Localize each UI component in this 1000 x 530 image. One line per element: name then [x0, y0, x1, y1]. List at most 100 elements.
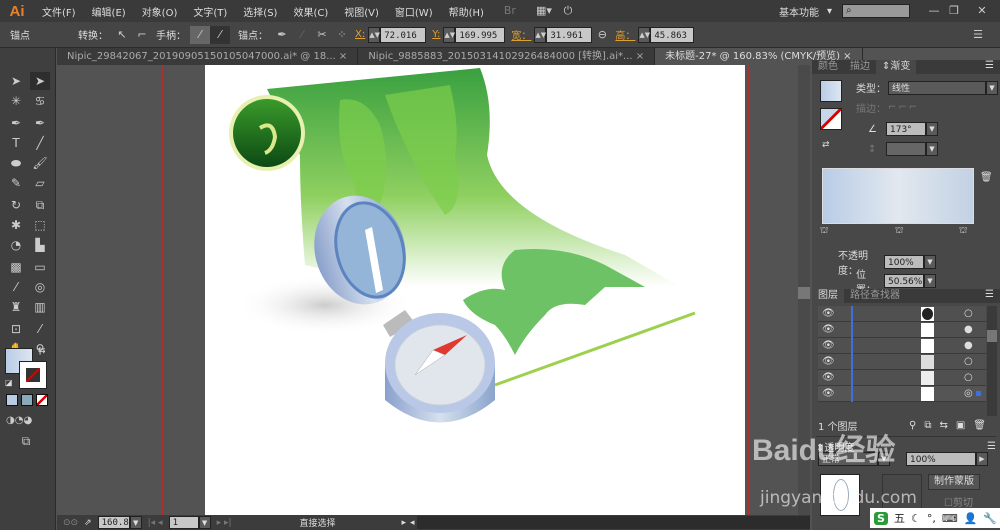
layer-row[interactable]: 👁 ○: [818, 370, 986, 386]
artboard-nav-icon[interactable]: ⊙⊙: [63, 518, 78, 528]
free-transform-icon[interactable]: ⬚: [30, 216, 50, 234]
show-handles-icon[interactable]: ⁄: [190, 25, 210, 44]
close-tab-icon[interactable]: ×: [636, 51, 644, 62]
layer-row[interactable]: 👁 ●: [818, 338, 986, 354]
reference-point-icon[interactable]: ⁘: [332, 26, 352, 44]
wrench-icon[interactable]: 🔧: [983, 512, 997, 525]
panel-menu-icon[interactable]: ☰: [968, 26, 988, 44]
tab-pathfinder[interactable]: 路径查找器: [844, 289, 906, 303]
menu-select[interactable]: 选择(S): [235, 4, 285, 19]
cut-path-icon[interactable]: ✂: [312, 26, 332, 44]
clip-checkbox[interactable]: ☐剪切: [944, 494, 973, 509]
slice-tool-icon[interactable]: ⁄: [30, 320, 50, 338]
y-field[interactable]: 169.995 mm: [455, 26, 506, 57]
status-menu-icon[interactable]: ▸: [402, 518, 407, 528]
target-icon[interactable]: ○: [964, 372, 973, 383]
width-field[interactable]: 31.961 mm: [546, 26, 593, 57]
aspect-ratio-field[interactable]: [886, 142, 926, 156]
ime-mode[interactable]: 五: [894, 510, 905, 526]
menu-effect[interactable]: 效果(C): [285, 4, 336, 19]
menu-view[interactable]: 视图(V): [336, 4, 387, 19]
layer-row-selected[interactable]: 👁 ◎: [818, 386, 986, 402]
target-icon[interactable]: ◎: [964, 388, 973, 399]
panel-menu-icon[interactable]: ☰: [985, 60, 994, 74]
paintbrush-icon[interactable]: 🖌: [30, 154, 50, 172]
lasso-icon[interactable]: ♋: [30, 92, 50, 110]
x-stepper[interactable]: ▲▼: [368, 26, 381, 43]
minimize-button[interactable]: —: [924, 2, 944, 20]
y-stepper[interactable]: ▲▼: [443, 26, 456, 43]
ellipse-tool-icon[interactable]: ⬬: [6, 154, 26, 172]
angle-field[interactable]: 173°: [886, 122, 926, 136]
moon-icon[interactable]: ☾: [911, 512, 921, 525]
column-graph-icon[interactable]: ▥: [30, 298, 50, 316]
tab-document-1[interactable]: Nipic_29842067_20190905150105047000.ai* …: [57, 48, 359, 65]
shape-builder-icon[interactable]: ◔: [6, 236, 26, 254]
location-dropdown[interactable]: ▼: [924, 274, 936, 288]
location-field[interactable]: 50.56%: [884, 274, 924, 288]
opacity-slider-button[interactable]: ▶: [976, 452, 988, 466]
layers-footer-icons[interactable]: ⚲⧉⇆▣🗑: [909, 420, 994, 431]
x-field[interactable]: 72.016 mm: [380, 26, 427, 57]
target-icon[interactable]: ●: [964, 340, 973, 351]
keyboard-icon[interactable]: ⌨: [942, 512, 958, 525]
visibility-eye-icon[interactable]: 👁: [822, 356, 835, 367]
punctuation-icon[interactable]: °,: [927, 512, 936, 525]
transparency-opacity-field[interactable]: 100%: [906, 452, 976, 466]
type-select[interactable]: 线性: [888, 80, 986, 95]
connect-anchor-icon[interactable]: ⁄: [292, 26, 312, 44]
type-tool-icon[interactable]: T: [6, 134, 26, 152]
gradient-mode-icon[interactable]: [21, 394, 33, 406]
prev-artboard-icon[interactable]: |◂ ◂: [148, 518, 163, 528]
menu-type[interactable]: 文字(T): [185, 4, 235, 19]
angle-dropdown[interactable]: ▼: [926, 122, 938, 136]
bridge-icon[interactable]: Br: [500, 2, 520, 20]
map-compass-artwork[interactable]: [205, 65, 745, 515]
selection-indicator[interactable]: [976, 391, 981, 396]
fill-stroke-mini-icon[interactable]: [820, 108, 842, 130]
drawing-mode-icon[interactable]: ◑◔◕: [6, 412, 32, 430]
horizontal-scrollbar[interactable]: [416, 516, 810, 529]
arrange-documents-icon[interactable]: ▦▾: [534, 2, 554, 20]
gradient-tool-icon[interactable]: ▭: [30, 258, 50, 276]
height-field[interactable]: 45.863 mm: [650, 26, 695, 57]
zoom-field[interactable]: 160.83: [97, 516, 134, 529]
direct-selection-tool-icon[interactable]: ➤: [30, 72, 50, 90]
panel-menu-icon[interactable]: ☰: [985, 289, 994, 303]
artboard[interactable]: [205, 65, 745, 515]
stroke-gradient-options-icon[interactable]: ⌐⌐⌐: [888, 102, 919, 113]
symbol-sprayer-icon[interactable]: ♜: [6, 298, 26, 316]
menu-object[interactable]: 对象(O): [134, 4, 186, 19]
perspective-grid-icon[interactable]: ▙: [30, 236, 50, 254]
eraser-icon[interactable]: ▱: [30, 174, 50, 192]
user-icon[interactable]: 👤: [964, 512, 978, 525]
tab-layers[interactable]: 图层: [812, 289, 844, 303]
none-mode-icon[interactable]: [36, 394, 48, 406]
menu-help[interactable]: 帮助(H): [441, 4, 492, 19]
gradient-stop-1[interactable]: ⛫: [820, 226, 828, 237]
pen-tool-icon[interactable]: ✒: [6, 114, 26, 132]
hide-handles-icon[interactable]: ⁄: [210, 25, 230, 44]
mesh-icon[interactable]: ▩: [6, 258, 26, 276]
layers-scrollbar[interactable]: [987, 306, 997, 416]
puppet-warp-icon[interactable]: ✱: [6, 216, 26, 234]
share-icon[interactable]: ⇗: [84, 518, 92, 528]
type-dropdown[interactable]: ▼: [986, 80, 998, 95]
scroll-left-icon[interactable]: ◂: [410, 518, 415, 528]
gradient-stop-3[interactable]: ⛫: [959, 226, 967, 237]
make-mask-button[interactable]: 制作蒙版: [928, 474, 980, 490]
width-stepper[interactable]: ▲▼: [534, 26, 547, 43]
color-mode-icon[interactable]: [6, 394, 18, 406]
remove-anchor-icon[interactable]: ✒: [272, 26, 292, 44]
artboard-tool-icon[interactable]: ⊡: [6, 320, 26, 338]
gpu-performance-icon[interactable]: ⏻: [558, 2, 578, 20]
close-button[interactable]: ✕: [972, 2, 992, 20]
height-stepper[interactable]: ▲▼: [638, 26, 651, 43]
layer-row[interactable]: 👁 ○: [818, 306, 986, 322]
layer-row[interactable]: 👁 ○: [818, 354, 986, 370]
visibility-eye-icon[interactable]: 👁: [822, 388, 835, 399]
gradient-stop-2[interactable]: ⛫: [895, 226, 903, 237]
target-icon[interactable]: ○: [964, 308, 973, 319]
next-artboard-icon[interactable]: ▸ ▸|: [217, 518, 232, 528]
scale-icon[interactable]: ⧉: [30, 196, 50, 214]
